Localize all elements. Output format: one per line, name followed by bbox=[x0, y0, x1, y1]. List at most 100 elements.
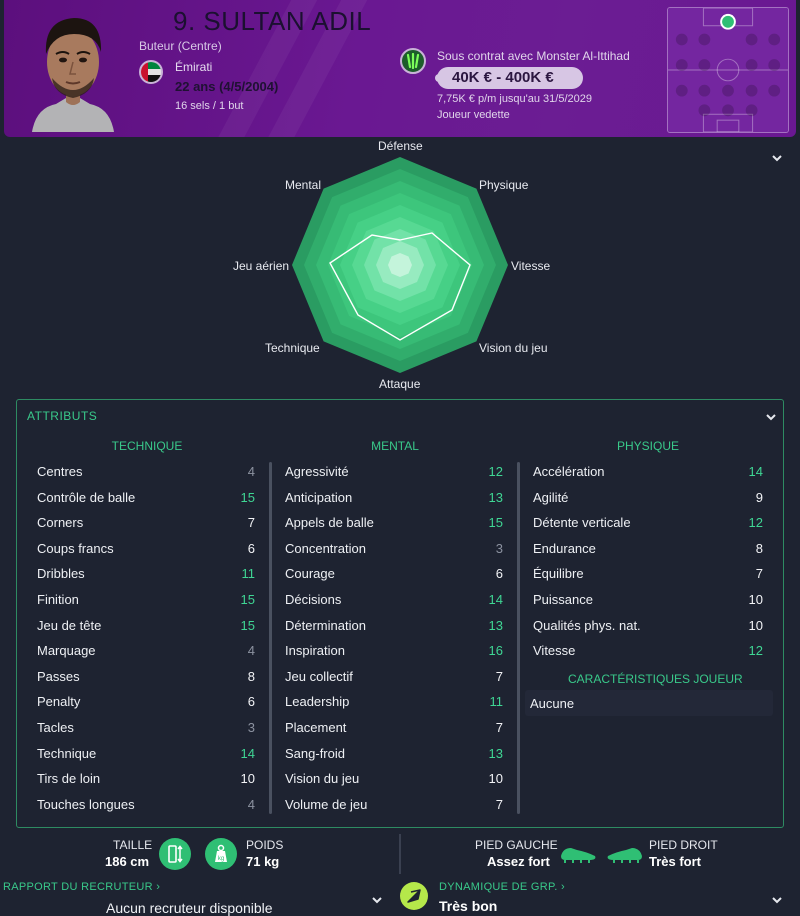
attribute-row[interactable]: Puissance 10 bbox=[533, 589, 763, 613]
attribute-name: Placement bbox=[285, 720, 347, 735]
attribute-row[interactable]: Touches longues 4 bbox=[37, 794, 255, 818]
attribute-row[interactable]: Concentration 3 bbox=[285, 538, 503, 562]
attribute-name: Jeu de tête bbox=[37, 617, 102, 633]
attribute-row[interactable]: Inspiration 16 bbox=[285, 640, 503, 664]
attribute-name: Appels de balle bbox=[285, 515, 374, 531]
attribute-row[interactable]: Courage 6 bbox=[285, 563, 503, 587]
attribute-row[interactable]: Agilité 9 bbox=[533, 487, 763, 511]
radar-label-attaque: Attaque bbox=[379, 377, 421, 391]
attribute-row[interactable]: Volume de jeu 7 bbox=[285, 794, 503, 818]
radar-label-jeu-aerien: Jeu aérien bbox=[233, 259, 290, 273]
chevron-down-icon[interactable] bbox=[764, 410, 778, 424]
column-divider bbox=[517, 462, 520, 814]
attribute-row[interactable]: Contrôle de balle 15 bbox=[37, 487, 255, 511]
chevron-right-icon: › bbox=[560, 881, 565, 893]
player-traits-box: Aucune bbox=[525, 690, 773, 716]
attribute-name: Technique bbox=[37, 745, 97, 761]
player-position: Buteur (Centre) bbox=[139, 39, 222, 53]
attribute-row[interactable]: Leadership 11 bbox=[285, 691, 503, 715]
right-boot-icon bbox=[607, 848, 642, 863]
nationality-flag-icon bbox=[139, 60, 163, 84]
mental-heading: MENTAL bbox=[371, 439, 419, 453]
weight-icon: kg bbox=[205, 838, 237, 870]
attribute-name: Coups francs bbox=[37, 540, 114, 556]
attribute-row[interactable]: Finition 15 bbox=[37, 589, 255, 613]
attribute-value: 4 bbox=[247, 464, 255, 479]
attribute-value: 7 bbox=[247, 515, 255, 531]
left-foot-label: PIED GAUCHE bbox=[475, 838, 558, 852]
attribute-row[interactable]: Corners 7 bbox=[37, 512, 255, 536]
attribute-value: 16 bbox=[488, 643, 503, 659]
radar-label-mental: Mental bbox=[285, 178, 322, 192]
attribute-row[interactable]: Endurance 8 bbox=[533, 538, 763, 562]
attribute-row[interactable]: Détente verticale 12 bbox=[533, 512, 763, 536]
radar-ring bbox=[388, 253, 412, 277]
attribute-value: 3 bbox=[247, 720, 255, 735]
attribute-name: Endurance bbox=[533, 540, 596, 556]
left-foot-value: Assez fort bbox=[487, 854, 550, 869]
attribute-value: 7 bbox=[495, 796, 503, 812]
wage-text: 7,75K € p/m jusqu'au 31/5/2029 bbox=[437, 93, 592, 105]
attribute-value: 3 bbox=[495, 540, 503, 556]
attribute-value: 8 bbox=[247, 668, 255, 684]
attribute-value: 4 bbox=[247, 796, 255, 812]
attribute-row[interactable]: Équilibre 7 bbox=[533, 563, 763, 587]
attribute-row[interactable]: Jeu de tête 15 bbox=[37, 615, 255, 639]
attribute-row[interactable]: Passes 8 bbox=[37, 666, 255, 690]
attribute-name: Détermination bbox=[285, 617, 366, 633]
attribute-row[interactable]: Anticipation 13 bbox=[285, 487, 503, 511]
attribute-value: 11 bbox=[241, 566, 256, 582]
attribute-row[interactable]: Appels de balle 15 bbox=[285, 512, 503, 536]
attribute-row[interactable]: Marquage 4 bbox=[37, 640, 255, 664]
attribute-row[interactable]: Jeu collectif 7 bbox=[285, 666, 503, 690]
dynamics-arrow-icon bbox=[400, 882, 428, 910]
attribute-name: Décisions bbox=[285, 592, 342, 607]
player-traits-value: Aucune bbox=[530, 696, 575, 711]
attribute-row[interactable]: Tacles 3 bbox=[37, 717, 255, 741]
scout-report-link[interactable]: RAPPORT DU RECRUTEUR › bbox=[3, 881, 160, 893]
attribute-row[interactable]: Coups francs 6 bbox=[37, 538, 255, 562]
attribute-value: 6 bbox=[247, 540, 255, 556]
bottom-info-bar: TAILLE 186 cm kg POIDS 71 kg PIED GAUCHE… bbox=[0, 832, 800, 916]
player-nationality: Émirati bbox=[175, 60, 213, 74]
chevron-down-icon[interactable] bbox=[370, 893, 384, 907]
radar-label-defense: Défense bbox=[378, 139, 423, 153]
attribute-row[interactable]: Agressivité 12 bbox=[285, 461, 503, 485]
attribute-row[interactable]: Penalty 6 bbox=[37, 691, 255, 715]
attribute-value: 7 bbox=[495, 720, 503, 735]
height-label: TAILLE bbox=[113, 838, 153, 852]
attribute-row[interactable]: Vitesse 12 bbox=[533, 640, 763, 664]
attribute-value: 12 bbox=[488, 464, 503, 479]
attribute-row[interactable]: Décisions 14 bbox=[285, 589, 503, 613]
attribute-value: 13 bbox=[488, 489, 503, 505]
attribute-value: 10 bbox=[488, 771, 503, 787]
player-age: 22 ans (4/5/2004) bbox=[175, 79, 279, 94]
attribute-row[interactable]: Dribbles 11 bbox=[37, 563, 255, 587]
attribute-value: 12 bbox=[748, 515, 763, 531]
player-name: 9. SULTAN ADIL bbox=[173, 6, 372, 36]
attribute-value: 10 bbox=[748, 617, 763, 633]
attribute-name: Tacles bbox=[37, 720, 74, 735]
attribute-value: 14 bbox=[240, 745, 255, 761]
attribute-value: 8 bbox=[755, 540, 763, 556]
attribute-row[interactable]: Centres 4 bbox=[37, 461, 255, 485]
attribute-row[interactable]: Vision du jeu 10 bbox=[285, 768, 503, 792]
attribute-name: Touches longues bbox=[37, 796, 135, 812]
team-dynamics-link[interactable]: DYNAMIQUE DE GRP. › bbox=[439, 881, 565, 893]
attribute-row[interactable]: Tirs de loin 10 bbox=[37, 768, 255, 792]
contract-text: Sous contrat avec Monster Al-Ittihad bbox=[437, 49, 630, 63]
attribute-row[interactable]: Placement 7 bbox=[285, 717, 503, 741]
attribute-value: 15 bbox=[240, 617, 255, 633]
club-badge-icon[interactable] bbox=[400, 48, 426, 74]
attribute-name: Courage bbox=[285, 566, 335, 582]
attribute-value: 6 bbox=[247, 694, 255, 710]
chevron-down-icon[interactable] bbox=[770, 893, 784, 907]
attribute-row[interactable]: Détermination 13 bbox=[285, 615, 503, 639]
attribute-row[interactable]: Accélération 14 bbox=[533, 461, 763, 485]
attribute-row[interactable]: Qualités phys. nat. 10 bbox=[533, 615, 763, 639]
attribute-name: Accélération bbox=[533, 464, 605, 479]
attribute-name: Équilibre bbox=[533, 566, 584, 582]
attribute-row[interactable]: Sang-froid 13 bbox=[285, 743, 503, 767]
scout-report-value: Aucun recruteur disponible bbox=[106, 900, 273, 916]
attribute-row[interactable]: Technique 14 bbox=[37, 743, 255, 767]
